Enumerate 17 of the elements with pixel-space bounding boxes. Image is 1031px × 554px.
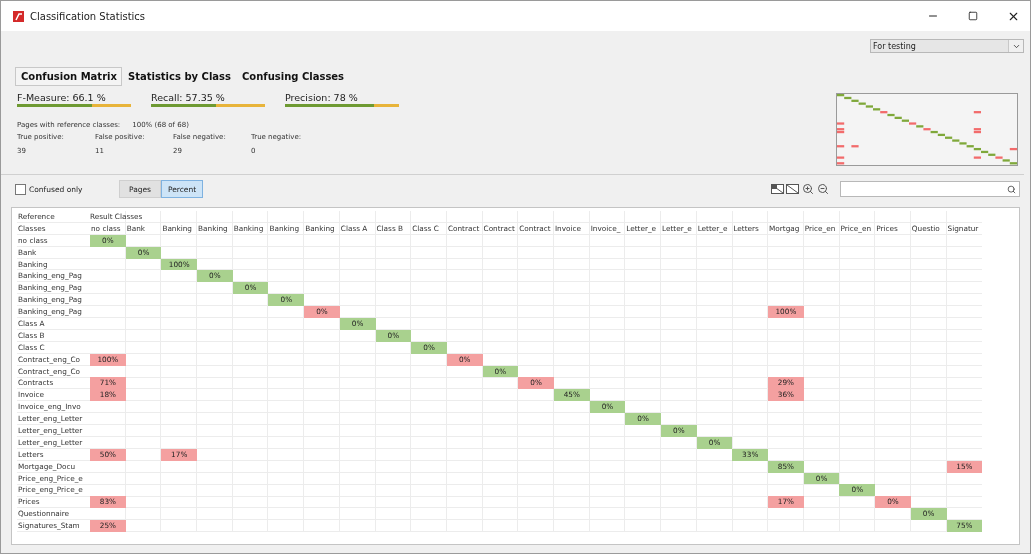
image-icon[interactable] (785, 182, 800, 196)
metric-label: F-Measure: 66.1 % (17, 92, 107, 103)
tab[interactable]: Confusion Matrix (15, 67, 122, 86)
dataset-dropdown[interactable]: For testing (870, 39, 1024, 53)
tab[interactable]: Statistics by Class (121, 67, 236, 86)
zoom-in-icon[interactable] (800, 182, 815, 196)
search-icon (1007, 184, 1016, 194)
tab[interactable]: Confusing Classes (236, 67, 350, 86)
confused-only-checkbox[interactable] (15, 183, 26, 195)
app-logo-icon (13, 10, 24, 22)
maximize-icon (968, 11, 978, 21)
zoom-out-icon[interactable] (815, 182, 830, 196)
search-field[interactable] (840, 181, 1020, 197)
image-icon[interactable] (770, 182, 785, 196)
metric-label: Recall: 57.35 % (151, 92, 226, 103)
window-title: Classification Statistics (30, 10, 147, 22)
metric-label: Precision: 78 % (285, 92, 359, 103)
